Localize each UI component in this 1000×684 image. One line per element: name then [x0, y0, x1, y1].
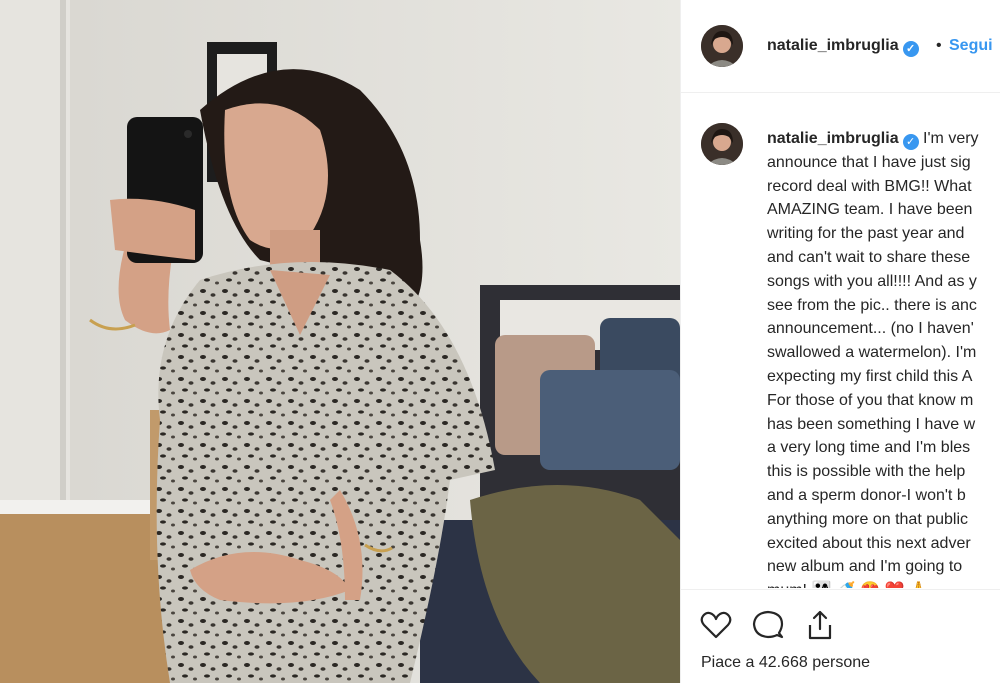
share-button[interactable] [803, 608, 837, 642]
caption-line: For those of you that know m [767, 391, 974, 409]
post-username[interactable]: natalie_imbruglia ✓ [767, 37, 919, 57]
comment-button[interactable] [751, 608, 785, 642]
post-header: natalie_imbruglia ✓ • Segui [681, 0, 1000, 93]
post-sidebar: natalie_imbruglia ✓ • Segui natalie_imbru… [680, 0, 1000, 683]
caption-line: a very long time and I'm bles [767, 439, 971, 457]
follow-button[interactable]: Segui [949, 37, 993, 55]
post-photo [0, 0, 680, 683]
heart-icon [700, 611, 732, 639]
caption-username[interactable]: natalie_imbruglia [767, 130, 899, 147]
caption-line: AMAZING team. I have been [767, 201, 973, 219]
verified-badge-icon: ✓ [902, 41, 919, 57]
share-icon [808, 610, 832, 640]
post-actions: Piace a 42.668 persone [681, 589, 1000, 684]
caption-line: new album and I'm going to [767, 558, 963, 576]
caption-line: expecting my first child this A [767, 367, 973, 385]
comment-icon [752, 610, 784, 639]
caption-line: swallowed a watermelon). I'm [767, 344, 977, 362]
likes-count[interactable]: Piace a 42.668 persone [701, 654, 870, 672]
caption-line: announce that I have just sig [767, 153, 971, 171]
username-text[interactable]: natalie_imbruglia [767, 37, 899, 54]
caption-line: mum! 👨‍👩‍👧 🍼 😍 ❤️ 🙏 [767, 579, 1000, 588]
caption-line: songs with you all!!!! And as y [767, 272, 977, 290]
caption-line: and can't wait to share these [767, 248, 971, 266]
caption-comment: natalie_imbruglia ✓ I'm very announce tha… [681, 93, 1000, 588]
caption-text: natalie_imbruglia ✓ I'm very announce tha… [767, 127, 1000, 588]
caption-line: anything more on that public [767, 510, 969, 528]
separator-dot: • [936, 37, 942, 54]
caption-line: excited about this next adver [767, 534, 971, 552]
avatar[interactable] [701, 25, 743, 67]
caption-line: writing for the past year and [767, 225, 965, 243]
caption-line: this is possible with the help [767, 463, 966, 481]
photo-image [0, 0, 680, 683]
caption-line: has been something I have w [767, 415, 976, 433]
caption-line: see from the pic.. there is anc [767, 296, 977, 314]
avatar-image [701, 123, 743, 165]
avatar-image [701, 25, 743, 67]
avatar[interactable] [701, 123, 743, 165]
caption-line: announcement... (no I haven' [767, 320, 974, 338]
caption-line: and a sperm donor-I won't b [767, 486, 966, 504]
caption-line: record deal with BMG!! What [767, 177, 972, 195]
caption-line: natalie_imbruglia ✓ I'm very [767, 127, 1000, 151]
caption-line-text: I'm very [918, 130, 979, 147]
like-button[interactable] [699, 608, 733, 642]
verified-badge-icon: ✓ [902, 134, 919, 150]
